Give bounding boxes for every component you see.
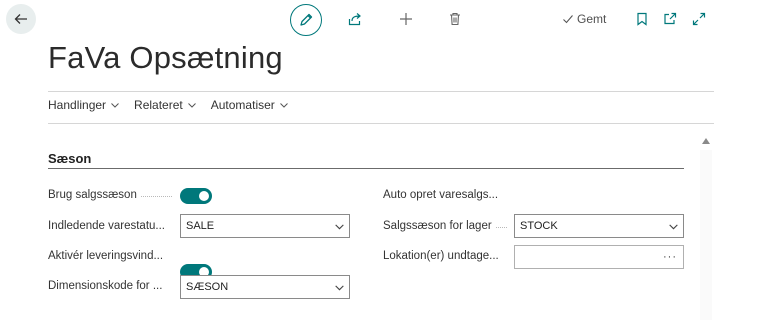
saved-label: Gemt (577, 12, 607, 26)
action-relateret[interactable]: Relateret (134, 98, 197, 112)
lokationer-undtaget-lookup[interactable]: ··· (514, 245, 684, 269)
select-value: SALE (186, 220, 215, 232)
chevron-down-icon (663, 221, 683, 232)
chevron-down-icon (187, 103, 196, 108)
field-label: Auto opret varesalgs... (383, 189, 499, 201)
action-bar: Handlinger Relateret Automatiser (48, 98, 289, 112)
chevron-down-icon (279, 103, 288, 108)
open-new-window-icon (664, 12, 677, 25)
open-new-window-button[interactable] (657, 6, 683, 32)
edit-pencil-icon (300, 13, 313, 26)
expand-icon (692, 12, 706, 26)
section-divider (48, 168, 684, 169)
back-button[interactable] (6, 4, 36, 34)
scrollbar-track[interactable] (700, 150, 712, 320)
salgssaeson-for-lager-select[interactable]: STOCK (514, 214, 684, 238)
edit-button[interactable] (290, 4, 322, 36)
new-button[interactable] (393, 6, 419, 32)
select-value: STOCK (520, 220, 558, 232)
chevron-down-icon (329, 221, 349, 232)
back-arrow-icon (14, 14, 27, 24)
plus-icon (400, 13, 412, 25)
bookmark-icon (637, 12, 647, 26)
brug-salgssaeson-toggle[interactable] (180, 188, 212, 204)
action-automatiser[interactable]: Automatiser (211, 98, 289, 112)
field-label: Lokation(er) undtage... (383, 250, 499, 262)
chevron-down-icon (111, 103, 119, 108)
action-handlinger[interactable]: Handlinger (48, 98, 120, 112)
select-value: SÆSON (186, 281, 229, 293)
actionbar-top-divider (48, 91, 714, 92)
lookup-ellipsis-icon: ··· (663, 251, 677, 263)
trash-icon (450, 12, 460, 26)
action-label: Automatiser (210, 98, 275, 112)
bookmark-button[interactable] (629, 6, 655, 32)
scroll-up-arrow-icon[interactable] (702, 138, 710, 144)
chevron-down-icon (329, 282, 349, 293)
dimensionskode-select[interactable]: SÆSON (180, 275, 350, 299)
field-label: Indledende varestatu... (48, 220, 165, 232)
indledende-varestatus-select[interactable]: SALE (180, 214, 350, 238)
action-label: Relateret (134, 98, 183, 112)
field-label: Aktivér leveringsvind... (48, 250, 164, 262)
share-icon (348, 13, 361, 26)
action-label: Handlinger (48, 98, 107, 112)
field-label: Dimensionskode for ... (48, 280, 163, 292)
section-title: Sæson (48, 151, 92, 166)
expand-button[interactable] (686, 6, 712, 32)
share-button[interactable] (342, 6, 368, 32)
actionbar-bottom-divider (48, 123, 714, 124)
delete-button[interactable] (442, 6, 468, 32)
checkmark-icon (563, 15, 573, 24)
saved-status: Gemt (562, 12, 606, 26)
field-label: Salgssæson for lager (383, 220, 507, 232)
field-label: Brug salgssæson (48, 189, 172, 201)
page-title: FaVa Opsætning (48, 40, 283, 75)
